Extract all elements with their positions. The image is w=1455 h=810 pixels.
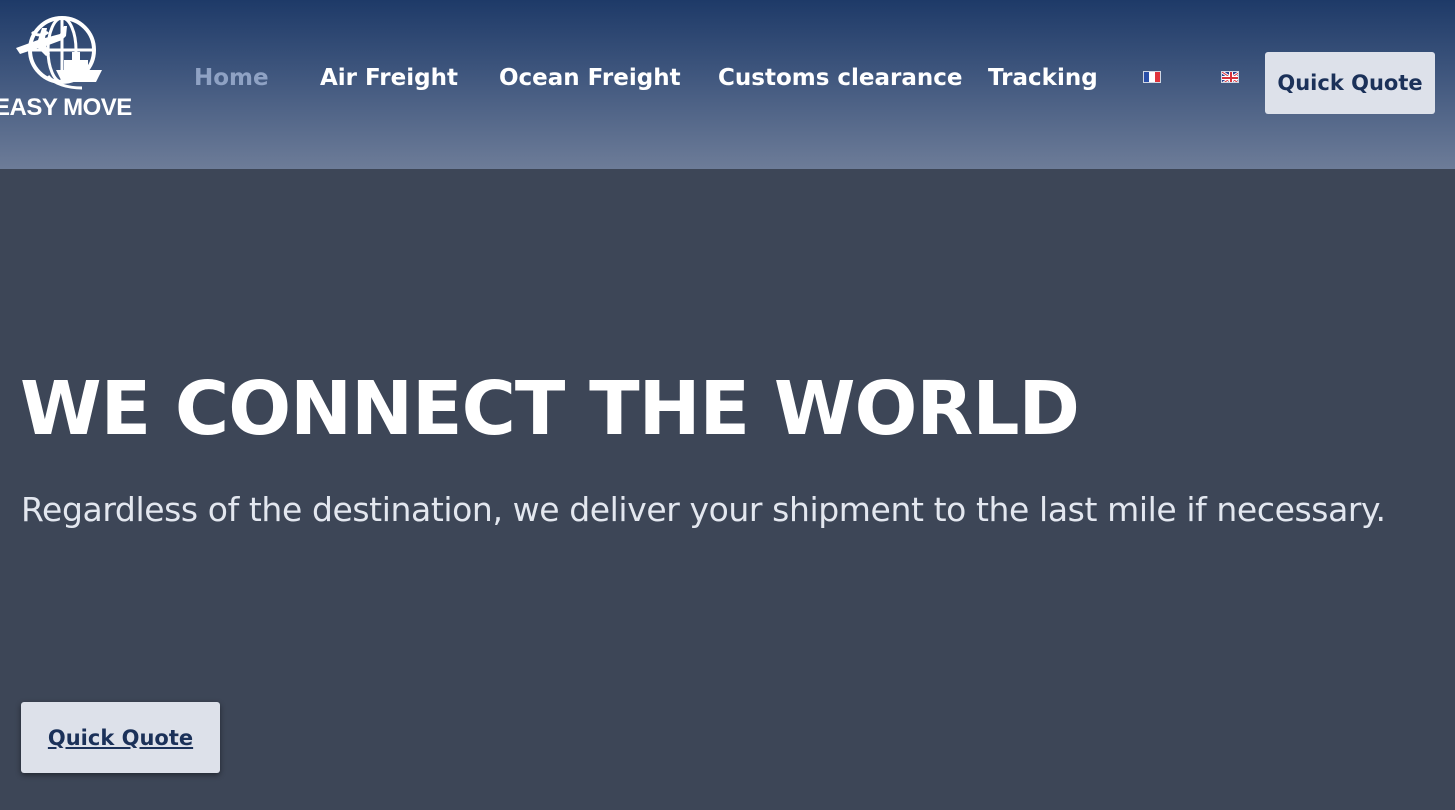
fr-flag-icon[interactable] bbox=[1143, 71, 1161, 83]
hero-subtitle: Regardless of the destination, we delive… bbox=[21, 490, 1386, 529]
nav-item-customs-clearance[interactable]: Customs clearance bbox=[718, 62, 963, 94]
nav-item-tracking[interactable]: Tracking bbox=[988, 62, 1098, 94]
logo-text: EASY MOVE bbox=[0, 94, 132, 121]
uk-flag-icon[interactable] bbox=[1221, 71, 1239, 83]
nav-item-air-freight[interactable]: Air Freight bbox=[320, 62, 458, 94]
nav-item-home[interactable]: Home bbox=[194, 62, 269, 94]
nav-item-ocean-freight[interactable]: Ocean Freight bbox=[499, 62, 681, 94]
globe-plane-ship-icon bbox=[16, 16, 102, 90]
hero-quick-quote-button[interactable]: Quick Quote bbox=[21, 702, 220, 773]
logo[interactable]: EASY MOVE bbox=[0, 14, 140, 124]
hero-quick-quote-label: Quick Quote bbox=[47, 725, 194, 750]
site-header: EASY MOVE Home Air Freight Ocean Freight… bbox=[0, 0, 1455, 169]
quick-quote-button[interactable]: Quick Quote bbox=[1265, 52, 1435, 114]
hero-title: WE CONNECT THE WORLD bbox=[20, 366, 1080, 452]
